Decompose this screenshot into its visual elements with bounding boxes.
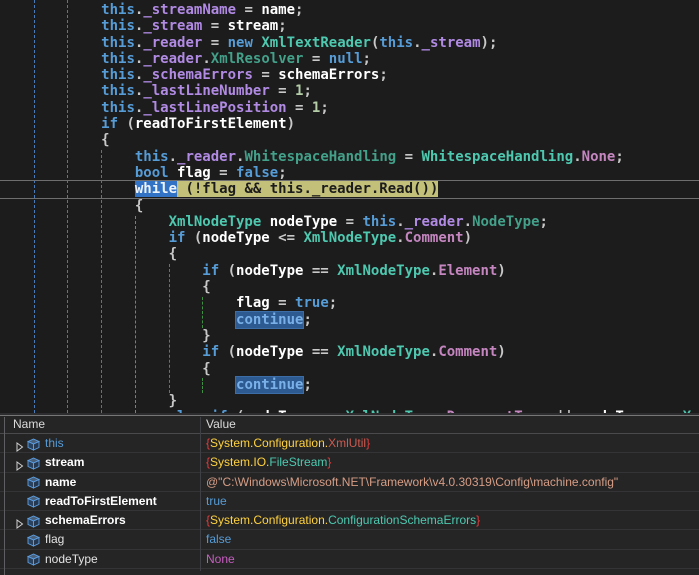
local-variable-row[interactable]: name @"C:\Windows\Microsoft.NET\Framework…: [0, 473, 699, 492]
code-line[interactable]: }: [0, 328, 699, 344]
local-variable-row[interactable]: stream {System.IO.FileStream}: [0, 453, 699, 472]
local-variable-row[interactable]: this {System.Configuration.XmlUtil}: [0, 434, 699, 453]
code-line[interactable]: {: [0, 198, 699, 214]
code-line[interactable]: continue;: [0, 312, 699, 328]
code-line[interactable]: if (nodeType == XmlNodeType.Comment): [0, 344, 699, 360]
debugger-window: this._streamName = name; this._stream = …: [0, 0, 699, 575]
local-variable-row[interactable]: readToFirstElement true: [0, 492, 699, 511]
code-line[interactable]: this._streamName = name;: [0, 2, 699, 18]
variable-name: this: [45, 434, 64, 453]
code-line[interactable]: flag = true;: [0, 295, 699, 311]
code-line[interactable]: this._reader.WhitespaceHandling = Whites…: [0, 149, 699, 165]
variable-name: readToFirstElement: [45, 492, 157, 511]
panel-left-border: [4, 417, 5, 575]
column-header-value[interactable]: Value: [206, 416, 236, 433]
variable-name: name: [45, 473, 76, 492]
code-line[interactable]: continue;: [0, 377, 699, 393]
reference-highlight: continue: [236, 312, 303, 328]
code-line[interactable]: bool flag = false;: [0, 165, 699, 181]
code-line[interactable]: if (nodeType <= XmlNodeType.Comment): [0, 230, 699, 246]
column-divider[interactable]: [200, 417, 201, 571]
column-header-name[interactable]: Name: [13, 416, 45, 433]
code-line[interactable]: this._lastLinePosition = 1;: [0, 100, 699, 116]
local-variable-row[interactable]: schemaErrors {System.Configuration.Config…: [0, 511, 699, 530]
code-line[interactable]: while (!flag && this._reader.Read()): [0, 181, 699, 197]
variable-value: {System.IO.FileStream}: [206, 453, 331, 472]
reference-highlight: continue: [236, 377, 303, 393]
code-editor[interactable]: this._streamName = name; this._stream = …: [0, 0, 699, 413]
code-line[interactable]: if (nodeType == XmlNodeType.Element): [0, 263, 699, 279]
variable-name: schemaErrors: [45, 511, 126, 530]
selected-keyword-highlight: while: [135, 181, 177, 197]
variable-icon: [26, 553, 41, 572]
variable-name: flag: [45, 530, 64, 549]
variable-value: true: [206, 492, 227, 511]
code-line[interactable]: {: [0, 361, 699, 377]
variable-name: stream: [45, 453, 84, 472]
local-variable-row[interactable]: nodeType None: [0, 550, 699, 569]
variable-name: nodeType: [45, 550, 98, 569]
locals-rows: this{System.Configuration.XmlUtil}stream…: [0, 434, 699, 569]
variable-value: @"C:\Windows\Microsoft.NET\Framework\v4.…: [206, 473, 618, 492]
code-line[interactable]: else if (nodeType == XmlNodeType.Documen…: [0, 409, 699, 413]
variable-value: {System.Configuration.XmlUtil}: [206, 434, 370, 453]
variable-value: None: [206, 550, 235, 569]
variable-value: false: [206, 530, 231, 549]
local-variable-row[interactable]: flag false: [0, 530, 699, 549]
code-area: this._streamName = name; this._stream = …: [0, 2, 699, 413]
code-line[interactable]: XmlNodeType nodeType = this._reader.Node…: [0, 214, 699, 230]
variable-value: {System.Configuration.ConfigurationSchem…: [206, 511, 480, 530]
locals-panel: Name Value this {System.Configuration.Xml…: [0, 413, 699, 575]
code-line[interactable]: this._reader.XmlResolver = null;: [0, 51, 699, 67]
code-line[interactable]: this._schemaErrors = schemaErrors;: [0, 67, 699, 83]
current-statement-highlight: (!flag && this._reader.Read()): [177, 181, 438, 197]
code-line[interactable]: this._lastLineNumber = 1;: [0, 83, 699, 99]
code-line[interactable]: {: [0, 279, 699, 295]
code-line[interactable]: this._reader = new XmlTextReader(this._s…: [0, 35, 699, 51]
code-line[interactable]: {: [0, 246, 699, 262]
locals-grid-header: Name Value: [0, 416, 699, 434]
code-line[interactable]: }: [0, 393, 699, 409]
code-line[interactable]: {: [0, 132, 699, 148]
code-line[interactable]: this._stream = stream;: [0, 18, 699, 34]
code-line[interactable]: if (readToFirstElement): [0, 116, 699, 132]
locals-grid: Name Value this {System.Configuration.Xml…: [0, 415, 699, 575]
